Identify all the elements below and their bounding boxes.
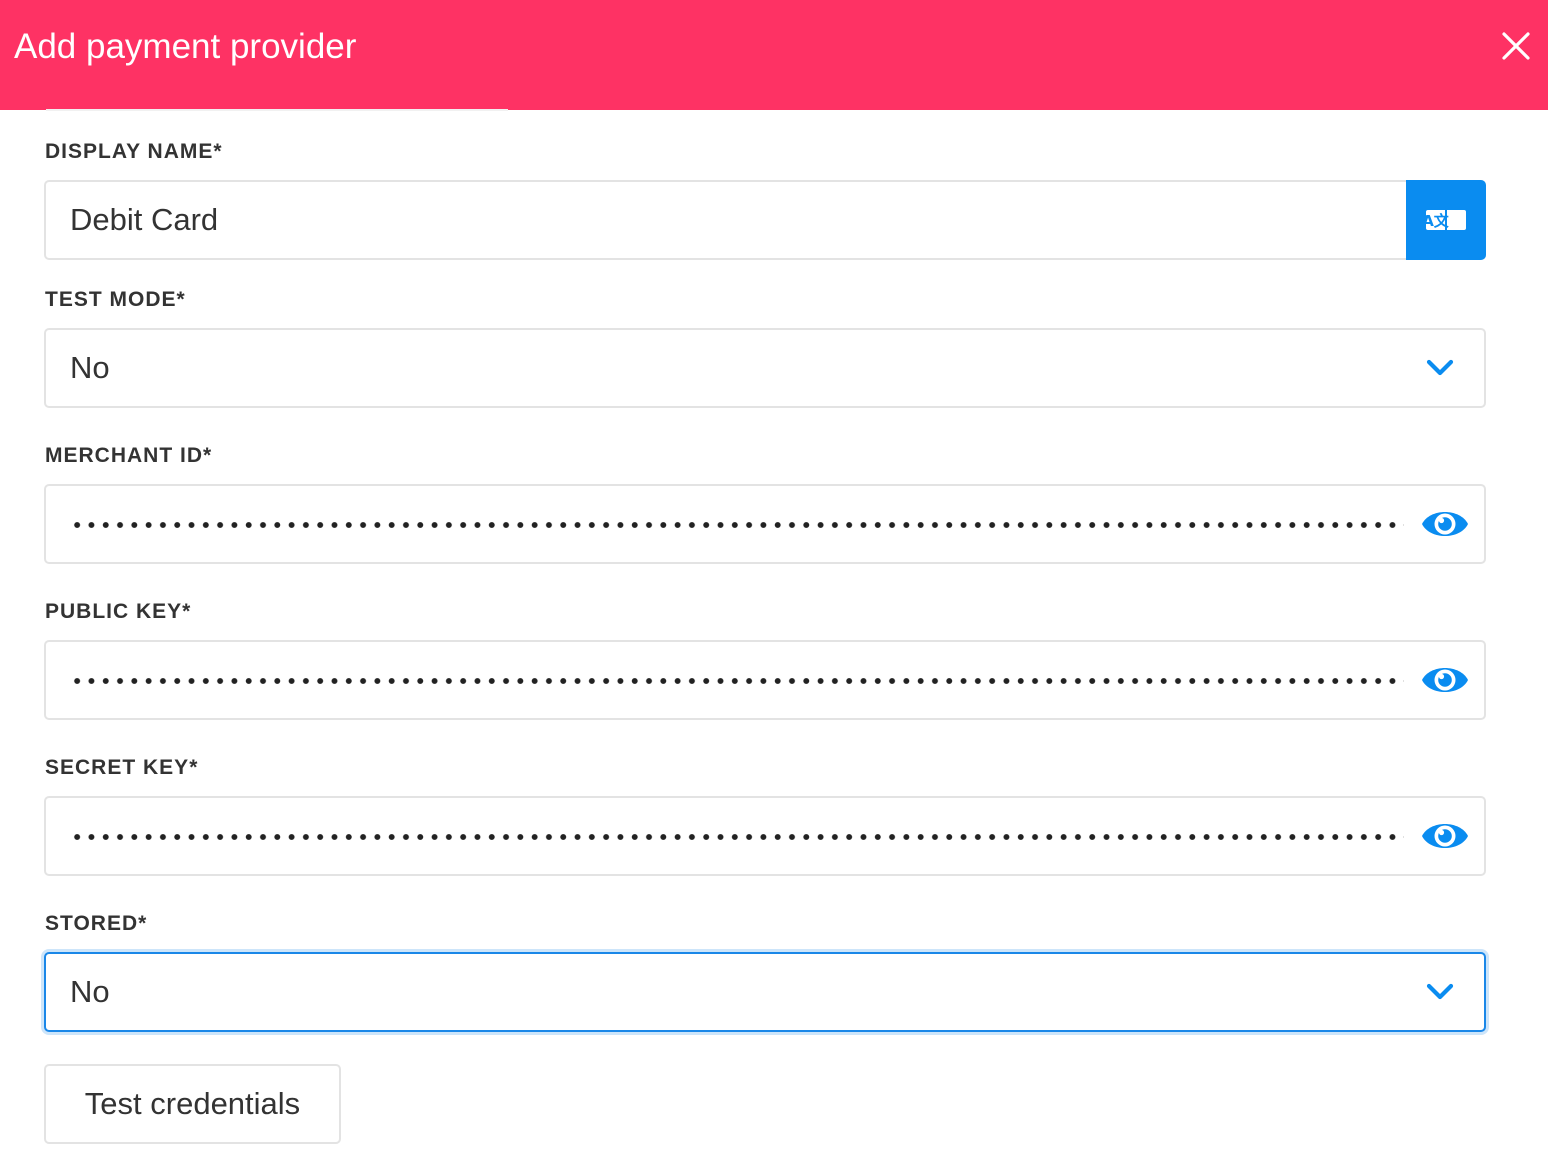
display-name-value[interactable]: Debit Card	[70, 182, 218, 258]
dialog-title: Add payment provider	[14, 27, 357, 66]
divider	[46, 109, 508, 111]
merchant-id-masked-value	[70, 520, 1404, 530]
merchant-id-field[interactable]	[44, 484, 1486, 564]
stored-label: STORED*	[45, 912, 148, 935]
secret-key-masked-value	[70, 832, 1404, 842]
test-mode-value: No	[70, 350, 110, 385]
merchant-id-label: MERCHANT ID*	[45, 444, 213, 467]
eye-icon[interactable]	[1420, 816, 1470, 856]
public-key-field[interactable]	[44, 640, 1486, 720]
stored-select[interactable]: No	[44, 952, 1486, 1032]
secret-key-field[interactable]	[44, 796, 1486, 876]
dialog-header: Add payment provider	[0, 0, 1548, 110]
display-name-field[interactable]: Debit Card A文	[44, 180, 1486, 260]
translate-icon-glyph-a: A文	[1422, 212, 1450, 230]
public-key-label: PUBLIC KEY*	[45, 600, 192, 623]
test-mode-select[interactable]: No	[44, 328, 1486, 408]
chevron-down-icon	[1426, 983, 1454, 1000]
close-icon[interactable]	[1500, 30, 1532, 62]
stored-value: No	[70, 974, 110, 1009]
chevron-down-icon	[1426, 359, 1454, 376]
display-name-label: DISPLAY NAME*	[45, 140, 223, 163]
eye-icon[interactable]	[1420, 660, 1470, 700]
secret-key-label: SECRET KEY*	[45, 756, 199, 779]
translate-button[interactable]: A文	[1406, 180, 1486, 260]
public-key-masked-value	[70, 676, 1404, 686]
test-credentials-button[interactable]: Test credentials	[44, 1064, 341, 1144]
test-mode-label: TEST MODE*	[45, 288, 186, 311]
eye-icon[interactable]	[1420, 504, 1470, 544]
translate-icon: A文	[1422, 210, 1466, 230]
